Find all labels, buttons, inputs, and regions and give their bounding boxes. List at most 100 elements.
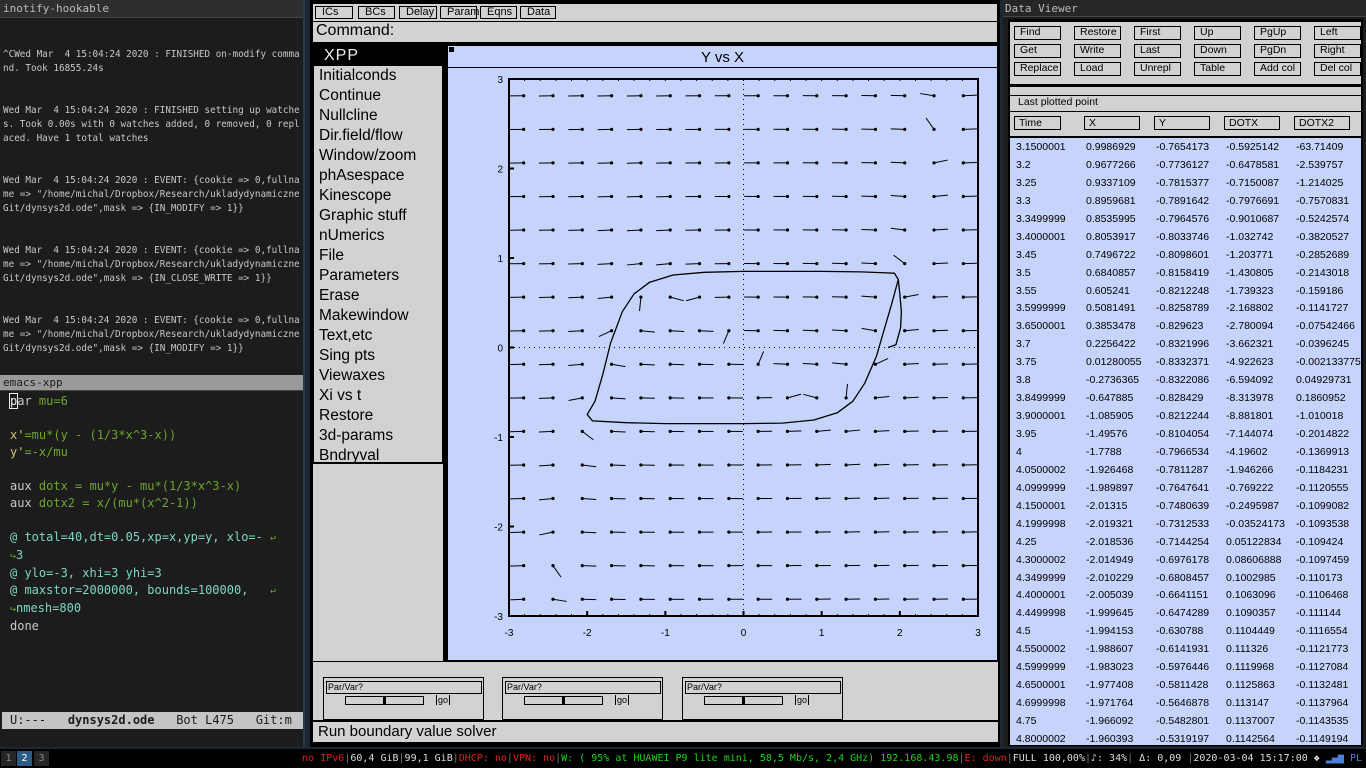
table-row[interactable]: 3.1500001 0.9986929 -0.7654173 -0.5925142 -6… — [1010, 138, 1361, 156]
dropbox-icon[interactable]: ❖ — [1314, 753, 1320, 764]
column-header-dotx[interactable]: DOTX — [1224, 116, 1280, 130]
table-row[interactable]: 4.1999998 -2.019321 -0.7312533 -0.03524173-… — [1010, 515, 1361, 533]
table-row[interactable]: 4.8000002 -1.960393 -0.5319197 0.1142564 -0.… — [1010, 730, 1361, 745]
dv-button-del-col[interactable]: Del col — [1314, 62, 1361, 76]
menu-item-parameters[interactable]: Parameters — [314, 266, 442, 286]
dv-button-restore[interactable]: Restore — [1074, 26, 1121, 40]
keyboard-layout[interactable]: PL — [1350, 753, 1362, 764]
slider-go-button[interactable]: go — [615, 695, 630, 705]
table-row[interactable]: 4.6999998 -1.971764 -0.5646878 0.113147 -0.1… — [1010, 694, 1361, 712]
table-row[interactable]: 3.6500001 0.3853478 -0.829623 -2.780094 -0.0… — [1010, 317, 1361, 335]
table-row[interactable]: 4.75 -1.966092 -0.5482801 0.1137007 -0.11435… — [1010, 712, 1361, 730]
dv-button-pgup[interactable]: PgUp — [1254, 26, 1301, 40]
menu-item-bndryval[interactable]: Bndryval — [314, 446, 442, 466]
slider-label[interactable]: Par/Var? — [326, 681, 482, 694]
table-row[interactable]: 3.9000001 -1.085905 -0.8212244 -8.881801 -1.… — [1010, 407, 1361, 425]
parameter-slider-3[interactable]: Par/Var? go — [682, 677, 843, 720]
dv-button-replace[interactable]: Replace — [1014, 62, 1061, 76]
dv-button-find[interactable]: Find — [1014, 26, 1061, 40]
parameter-slider-1[interactable]: Par/Var? go — [323, 677, 484, 720]
ics-button[interactable]: ICs — [315, 6, 353, 19]
menu-item-sing-pts[interactable]: Sing pts — [314, 346, 442, 366]
dv-button-right[interactable]: Right — [1314, 44, 1361, 58]
dv-button-add-col[interactable]: Add col — [1254, 62, 1301, 76]
table-row[interactable]: 3.5999999 0.5081491 -0.8258789 -2.168802 -0.… — [1010, 299, 1361, 317]
menu-item-3d-params[interactable]: 3d-params — [314, 426, 442, 446]
column-header-y[interactable]: Y — [1154, 116, 1210, 130]
command-line[interactable]: Command: — [313, 22, 997, 42]
table-row[interactable]: 3.5 0.6840857 -0.8158419 -1.430805 -0.214301… — [1010, 264, 1361, 282]
table-row[interactable]: 4.4000001 -2.005039 -0.6641151 0.1063096 -0.… — [1010, 586, 1361, 604]
terminal-window[interactable]: inotify-hookable ^CWed Mar 4 15:04:24 20… — [0, 0, 305, 677]
menu-item-file[interactable]: File — [314, 246, 442, 266]
dv-button-get[interactable]: Get — [1014, 44, 1061, 58]
plot-canvas[interactable]: -3 -2 -1 0 1 2 3 -3 -2 -1 0 1 2 3 — [448, 46, 999, 662]
delay-button[interactable]: Delay — [399, 6, 437, 19]
table-row[interactable]: 3.3 0.8959681 -0.7891642 -0.7976691 -0.75708… — [1010, 192, 1361, 210]
dv-button-last[interactable]: Last — [1134, 44, 1181, 58]
column-header-dotx2[interactable]: DOTX2 — [1294, 116, 1350, 130]
data-viewer-window[interactable]: Data Viewer Find Restore First Up PgUp Left Ge… — [1000, 0, 1366, 747]
table-row[interactable]: 3.45 0.7496722 -0.8098601 -1.203771 -0.28526… — [1010, 246, 1361, 264]
table-row[interactable]: 3.75 0.01280055 -0.8332371 -4.922623 -0.0021… — [1010, 353, 1361, 371]
table-row[interactable]: 3.3499999 0.8535995 -0.7964576 -0.9010687 -0… — [1010, 210, 1361, 228]
emacs-window[interactable]: emacs-xpp par mu=6 x'=mu*(y - (1/3*x^3-x… — [0, 375, 305, 747]
menu-item-dirfield[interactable]: Dir.field/flow — [314, 126, 442, 146]
dv-button-first[interactable]: First — [1134, 26, 1181, 40]
menu-item-kinescope[interactable]: Kinescope — [314, 186, 442, 206]
slider-track[interactable] — [345, 696, 424, 705]
menu-item-erase[interactable]: Erase — [314, 286, 442, 306]
dv-button-left[interactable]: Left — [1314, 26, 1361, 40]
table-row[interactable]: 3.4000001 0.8053917 -0.8033746 -1.032742 -0.… — [1010, 228, 1361, 246]
slider-knob[interactable] — [383, 697, 386, 704]
bcs-button[interactable]: BCs — [358, 6, 395, 19]
slider-knob[interactable] — [562, 697, 565, 704]
dv-button-write[interactable]: Write — [1074, 44, 1121, 58]
xppaut-window[interactable]: ICs BCs Delay Param Eqns Data Command: X… — [307, 0, 1000, 747]
slider-go-button[interactable]: go — [436, 695, 451, 705]
menu-item-numerics[interactable]: nUmerics — [314, 226, 442, 246]
phase-plane-graph[interactable]: Y vs X -3 -2 -1 0 1 2 3 -3 -2 -1 0 1 2 3 — [447, 45, 998, 661]
data-table[interactable]: 3.1500001 0.9986929 -0.7654173 -0.5925142 -6… — [1010, 138, 1361, 745]
menu-item-viewaxes[interactable]: Viewaxes — [314, 366, 442, 386]
table-row[interactable]: 4.4499998 -1.999645 -0.6474289 0.1090357 -0.… — [1010, 604, 1361, 622]
table-row[interactable]: 3.25 0.9337109 -0.7815377 -0.7150087 -1.2140… — [1010, 174, 1361, 192]
menu-item-nullcline[interactable]: Nullcline — [314, 106, 442, 126]
eqns-button[interactable]: Eqns — [480, 6, 517, 19]
slider-label[interactable]: Par/Var? — [685, 681, 841, 694]
menu-item-restore[interactable]: Restore — [314, 406, 442, 426]
workspace-3[interactable]: 3 — [34, 751, 49, 766]
slider-track[interactable] — [704, 696, 783, 705]
workspace-2[interactable]: 2 — [17, 751, 32, 766]
table-row[interactable]: 4 -1.7788 -0.7966534 -4.19602 -0.1369913 — [1010, 443, 1361, 461]
dv-button-pgdn[interactable]: PgDn — [1254, 44, 1301, 58]
workspace-1[interactable]: 1 — [1, 751, 16, 766]
param-button[interactable]: Param — [440, 6, 479, 19]
table-row[interactable]: 3.8 -0.2736365 -0.8322086 -6.594092 0.049297… — [1010, 371, 1361, 389]
signal-icon[interactable]: ▂▄▆ — [1326, 753, 1344, 764]
dv-button-down[interactable]: Down — [1194, 44, 1241, 58]
menu-item-window-zoom[interactable]: Window/zoom — [314, 146, 442, 166]
dv-button-load[interactable]: Load — [1074, 62, 1121, 76]
menu-item-initialconds[interactable]: Initialconds — [314, 66, 442, 86]
table-row[interactable]: 4.5 -1.994153 -0.630788 0.1104449 -0.1116554 — [1010, 622, 1361, 640]
table-row[interactable]: 3.8499999 -0.647885 -0.828429 -8.313978 0.18… — [1010, 389, 1361, 407]
table-row[interactable]: 4.25 -2.018536 -0.7144254 0.05122834 -0.1094… — [1010, 533, 1361, 551]
slider-go-button[interactable]: go — [795, 695, 810, 705]
menu-item-text-etc[interactable]: Text,etc — [314, 326, 442, 346]
dv-button-unrepl[interactable]: Unrepl — [1134, 62, 1181, 76]
slider-label[interactable]: Par/Var? — [505, 681, 661, 694]
column-header-time[interactable]: Time — [1014, 116, 1061, 130]
table-row[interactable]: 4.3000002 -2.014949 -0.6976178 0.08606888 -0… — [1010, 551, 1361, 569]
table-row[interactable]: 3.55 0.605241 -0.8212248 -1.739323 -0.159186 — [1010, 282, 1361, 300]
menu-item-makewindow[interactable]: Makewindow — [314, 306, 442, 326]
table-row[interactable]: 4.5500002 -1.988607 -0.6141931 0.111326 -0.1… — [1010, 640, 1361, 658]
table-row[interactable]: 3.7 0.2256422 -0.8321996 -3.662321 -0.039624… — [1010, 335, 1361, 353]
menu-item-xi-vs-t[interactable]: Xi vs t — [314, 386, 442, 406]
slider-track[interactable] — [524, 696, 603, 705]
table-row[interactable]: 4.6500001 -1.977408 -0.5811428 0.1125863 -0.… — [1010, 676, 1361, 694]
dv-button-up[interactable]: Up — [1194, 26, 1241, 40]
dv-button-table[interactable]: Table — [1194, 62, 1241, 76]
menu-item-graphic-stuff[interactable]: Graphic stuff — [314, 206, 442, 226]
slider-knob[interactable] — [742, 697, 745, 704]
